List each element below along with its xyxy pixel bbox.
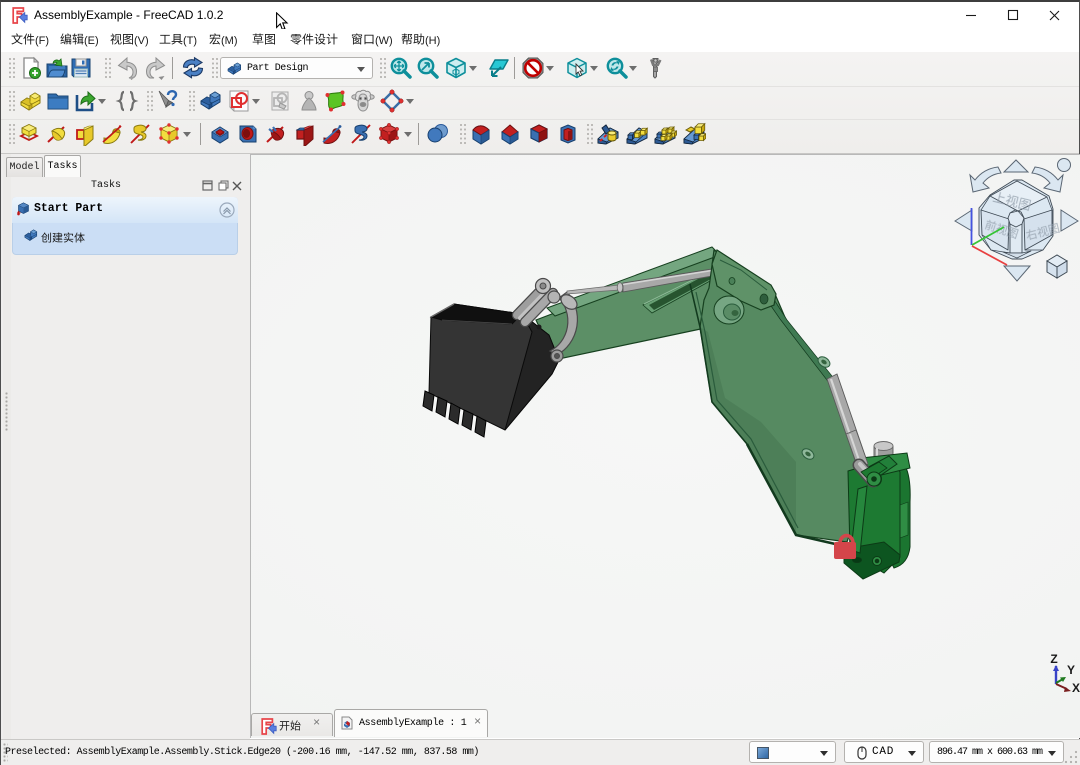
- svg-text:Z: Z: [1050, 652, 1057, 666]
- svg-text:Y: Y: [1067, 663, 1075, 677]
- svg-text:X: X: [1072, 681, 1080, 695]
